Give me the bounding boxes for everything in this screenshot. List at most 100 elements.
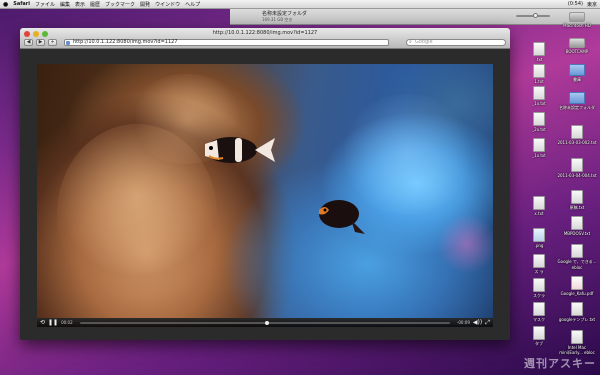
desktop-icon-label: スクラ	[533, 293, 545, 298]
document-icon	[533, 254, 545, 268]
document-icon	[533, 302, 545, 316]
document-icon	[533, 196, 545, 210]
desktop-icon-partial-7[interactable]: .png	[522, 228, 556, 248]
scrubber-track[interactable]	[79, 320, 450, 325]
replay-icon[interactable]: ⟲	[40, 319, 45, 326]
document-icon	[571, 158, 583, 172]
desktop-icon-label: タブ	[535, 341, 543, 346]
menu-edit[interactable]: 編集	[60, 1, 70, 8]
elapsed-time: 00:02	[61, 320, 73, 325]
document-icon	[533, 278, 545, 292]
forward-button[interactable]: ▶	[36, 39, 45, 46]
address-bar[interactable]: http://10.0.1.122:8080/img.mov?id=1127	[64, 39, 389, 46]
fullscreen-icon[interactable]: ⤢	[485, 319, 490, 327]
address-bar-text: http://10.0.1.122:8080/img.mov?id=1127	[73, 39, 178, 45]
desktop-icon-intel-mac-mini[interactable]: Intel Mac mini(Early... ebloc	[556, 330, 598, 355]
volume-icon[interactable]: ◀))	[473, 319, 482, 326]
document-icon	[571, 244, 583, 258]
document-icon	[533, 326, 545, 340]
desktop-icon-untitled-folder[interactable]: 名称未設定フォルダ	[556, 92, 598, 111]
image-icon	[533, 228, 545, 242]
desktop-icon-label: ス ラ	[534, 269, 544, 274]
desktop-icon-partial-9[interactable]: スクラ	[522, 278, 556, 299]
clock-label[interactable]: 東京	[587, 1, 597, 8]
pause-button[interactable]: ❚❚	[48, 319, 58, 326]
desktop-icon-label: 2011-03-04-004.txt	[557, 173, 597, 178]
desktop-icon-label: 2011-03-03-002.txt	[557, 140, 597, 145]
search-icon: ⌕	[409, 39, 412, 45]
desktop-icon-manuscript[interactable]: 原稿.txt	[556, 190, 598, 211]
desktop-icon-google-ebook[interactable]: Google で、できる... ebloc	[556, 244, 598, 270]
video-control-bar: ⟲ ❚❚ 00:02 -00:09 ◀)) ⤢	[37, 318, 493, 327]
desktop-icon-partial-5[interactable]: _1x.txt	[522, 138, 556, 158]
document-icon	[533, 86, 545, 100]
desktop-icon-2011-03-03[interactable]: 2011-03-03-002.txt	[556, 125, 598, 145]
document-icon	[571, 302, 583, 316]
menu-view[interactable]: 表示	[75, 1, 85, 8]
clownfish-icon	[205, 137, 275, 163]
menu-window[interactable]: ウインドウ	[155, 1, 180, 8]
desktop-icon-label: Google で、できる... ebloc	[557, 259, 597, 270]
desktop-icon-label: .png	[534, 243, 544, 248]
desktop-icon-google-kafu-pdf[interactable]: Google_Kafu.pdf	[556, 276, 598, 296]
desktop-icon-partial-3[interactable]: _1x.txt	[522, 86, 556, 106]
desktop-icon-label: BOOTCAMP	[565, 49, 589, 54]
desktop-icon-label: _1x.txt	[532, 153, 546, 158]
menu-develop[interactable]: 開発	[140, 1, 150, 8]
document-icon	[571, 330, 583, 344]
menu-app-safari[interactable]: Safari	[13, 1, 30, 7]
safari-titlebar[interactable]: http://10.0.1.122:8080/img.mov?id=1127 ◀…	[20, 28, 510, 49]
desktop-icon-bootcamp[interactable]: BOOTCAMP	[556, 38, 598, 54]
menu-bookmarks[interactable]: ブックマーク	[105, 1, 135, 8]
desktop-icon-2011-03-04[interactable]: 2011-03-04-004.txt	[556, 158, 598, 178]
desktop-icon-label: 1.txt	[534, 79, 544, 84]
desktop-icon-label: Intel Mac mini(Early... ebloc	[559, 345, 595, 355]
desktop-icon-label: 書庫	[573, 77, 581, 82]
search-field[interactable]: ⌕ Google	[406, 39, 506, 46]
document-icon	[533, 42, 545, 56]
desktop-icon-partial-2[interactable]: 1.txt	[522, 64, 556, 84]
video-player[interactable]: ⟲ ❚❚ 00:02 -00:09 ◀)) ⤢	[37, 64, 493, 327]
document-icon	[533, 138, 545, 152]
desktop-icon-label: Google_Kafu.pdf	[560, 291, 594, 296]
document-icon	[571, 190, 583, 204]
desktop-icon-label: MBPDOSV.txt	[563, 231, 591, 236]
desktop-icon-label: googleテンプレ.txt	[558, 317, 596, 322]
icon-size-slider-knob[interactable]	[533, 13, 538, 18]
desktop-icon-google-template[interactable]: googleテンプレ.txt	[556, 302, 598, 323]
desktop-icon-partial-1[interactable]: .txt	[522, 42, 556, 62]
desktop-icon-label: _1x.txt	[532, 101, 546, 106]
back-button[interactable]: ◀	[24, 39, 33, 46]
desktop-icon-partial-10[interactable]: マスク	[522, 302, 556, 323]
document-icon	[533, 112, 545, 126]
watermark: 週刊アスキー	[524, 357, 596, 370]
desktop-icon-label: 名称未設定フォルダ	[559, 105, 595, 110]
menu-help[interactable]: ヘルプ	[185, 1, 200, 8]
desktop-icon-label: .txt	[535, 57, 543, 62]
menu-file[interactable]: ファイル	[35, 1, 55, 8]
coral-shape	[437, 214, 493, 274]
desktop-icon-partial-4[interactable]: _2x.txt	[522, 112, 556, 132]
scrubber-knob[interactable]	[264, 320, 269, 325]
folder-window-subtitle: 169.31 GB 空き	[262, 17, 293, 22]
desktop-icon-partial-8[interactable]: ス ラ	[522, 254, 556, 275]
window-title: http://10.0.1.122:8080/img.mov?id=1127	[212, 30, 318, 36]
desktop-icon-mbpdosv[interactable]: MBPDOSV.txt	[556, 216, 598, 236]
folder-window-title: 名称未設定フォルダ	[262, 11, 308, 17]
desktop-icon-label: x.txt	[534, 211, 544, 216]
safari-toolbar: ◀ ▶ + http://10.0.1.122:8080/img.mov?id=…	[24, 38, 506, 47]
document-icon	[533, 64, 545, 78]
add-bookmark-button[interactable]: +	[48, 39, 57, 46]
desktop-icon-library[interactable]: 書庫	[556, 64, 598, 83]
desktop-icon-partial-11[interactable]: タブ	[522, 326, 556, 347]
folder-window: 名称未設定フォルダ 169.31 GB 空き	[230, 9, 600, 25]
desktop-icon-label: _2x.txt	[532, 127, 546, 132]
battery-status[interactable]: (0:54)	[568, 1, 583, 8]
desktop-icon-macintosh-hd[interactable]: Macintosh HD	[556, 12, 598, 28]
pdf-icon	[571, 276, 583, 290]
menu-history[interactable]: 履歴	[90, 1, 100, 8]
hard-drive-icon	[569, 38, 585, 48]
apple-menu-icon[interactable]: ●	[3, 1, 8, 8]
desktop-icon-partial-6[interactable]: x.txt	[522, 196, 556, 216]
desktop-icon-label: 原稿.txt	[569, 205, 585, 210]
